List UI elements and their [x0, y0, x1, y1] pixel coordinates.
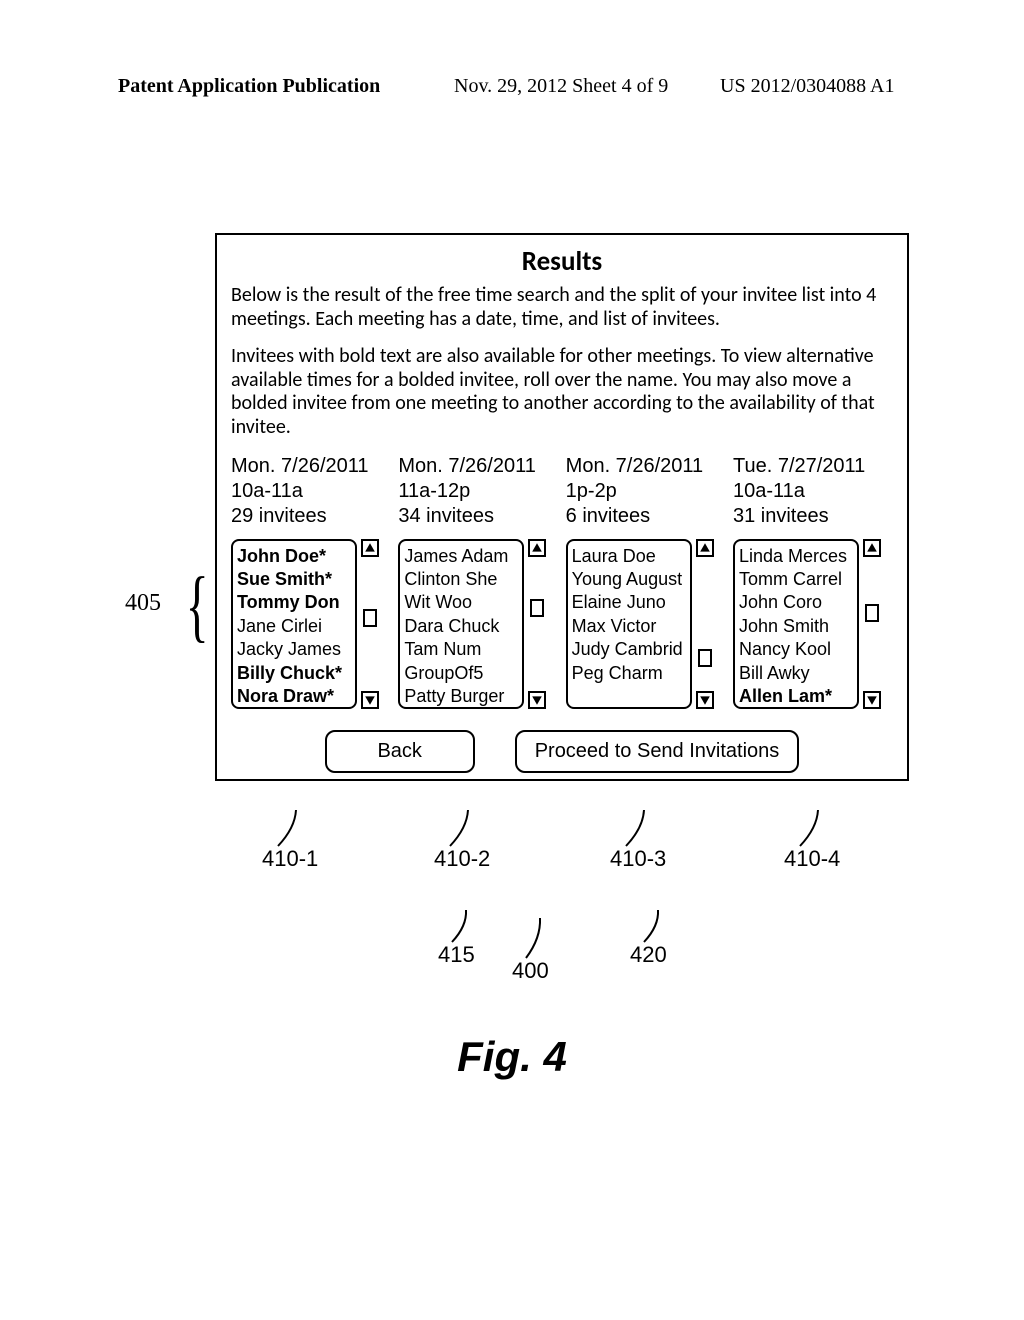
- meeting-column-3: Mon. 7/26/20111p-2p6 invitees Laura DoeYo…: [566, 454, 726, 709]
- invitee-listwrap: Linda MercesTomm CarrelJohn CoroJohn Smi…: [733, 539, 893, 709]
- header-mid: Nov. 29, 2012 Sheet 4 of 9: [454, 75, 668, 98]
- scroll-down-icon[interactable]: [696, 691, 714, 709]
- invitee-listwrap: James AdamClinton SheWit WooDara ChuckTa…: [398, 539, 558, 709]
- invitee-item[interactable]: Nora Draw*: [237, 685, 351, 708]
- scroll-thumb[interactable]: [363, 609, 377, 627]
- scroll-track[interactable]: [863, 559, 881, 689]
- meeting-header: Mon. 7/26/201110a-11a29 invitees: [231, 454, 391, 529]
- invitee-item[interactable]: Nancy Kool: [739, 638, 853, 661]
- meeting-column-2: Mon. 7/26/201111a-12p34 invitees James Ad…: [398, 454, 558, 709]
- invitee-item[interactable]: John Doe*: [237, 545, 351, 568]
- invitee-item[interactable]: Tommy Don: [237, 591, 351, 614]
- scroll-thumb[interactable]: [865, 604, 879, 622]
- header-left: Patent Application Publication: [118, 75, 380, 98]
- scroll-thumb[interactable]: [698, 649, 712, 667]
- invitee-listwrap: John Doe*Sue Smith*Tommy DonJane CirleiJ…: [231, 539, 391, 709]
- invitee-item[interactable]: Peg Charm: [572, 662, 686, 685]
- scroll-up-icon[interactable]: [528, 539, 546, 557]
- invitee-item[interactable]: Jane Cirlei: [237, 615, 351, 638]
- meeting-header: Mon. 7/26/20111p-2p6 invitees: [566, 454, 726, 529]
- invitee-item[interactable]: Clinton She: [404, 568, 518, 591]
- invitee-item[interactable]: Elaine Juno: [572, 591, 686, 614]
- scrollbar[interactable]: [528, 539, 546, 709]
- back-button[interactable]: Back: [325, 730, 475, 773]
- scrollbar[interactable]: [361, 539, 379, 709]
- annot-410-2: 410-2: [434, 846, 490, 872]
- meeting-header: Mon. 7/26/201111a-12p34 invitees: [398, 454, 558, 529]
- figure-caption: Fig. 4: [0, 1033, 1024, 1081]
- scroll-track[interactable]: [361, 559, 379, 689]
- action-row: Back Proceed to Send Invitations: [217, 730, 907, 773]
- invitee-item[interactable]: Max Victor: [572, 615, 686, 638]
- invitee-item[interactable]: Dara Chuck: [404, 615, 518, 638]
- columns: Mon. 7/26/201110a-11a29 invitees John Doe…: [231, 454, 893, 709]
- meeting-header: Tue. 7/27/201110a-11a31 invitees: [733, 454, 893, 529]
- scroll-thumb[interactable]: [530, 599, 544, 617]
- invitee-item[interactable]: Sue Smith*: [237, 568, 351, 591]
- invitee-listbox[interactable]: Linda MercesTomm CarrelJohn CoroJohn Smi…: [733, 539, 859, 709]
- invitee-item[interactable]: John Coro: [739, 591, 853, 614]
- invitee-item[interactable]: Laura Doe: [572, 545, 686, 568]
- invitee-item[interactable]: Bill Awky: [739, 662, 853, 685]
- invitee-item[interactable]: Wit Woo: [404, 591, 518, 614]
- invitee-item[interactable]: Tam Num: [404, 638, 518, 661]
- meeting-column-1: Mon. 7/26/201110a-11a29 invitees John Doe…: [231, 454, 391, 709]
- invitee-item[interactable]: Linda Merces: [739, 545, 853, 568]
- invitee-item[interactable]: Allen Lam*: [739, 685, 853, 708]
- invitee-item[interactable]: GroupOf5: [404, 662, 518, 685]
- annot-410-3: 410-3: [610, 846, 666, 872]
- scrollbar[interactable]: [863, 539, 881, 709]
- header-right: US 2012/0304088 A1: [720, 75, 894, 98]
- annot-410-1: 410-1: [262, 846, 318, 872]
- scroll-track[interactable]: [528, 559, 546, 689]
- invitee-item[interactable]: Jacky James: [237, 638, 351, 661]
- scroll-track[interactable]: [696, 559, 714, 689]
- results-title: Results: [231, 245, 893, 278]
- invitee-listwrap: Laura DoeYoung AugustElaine JunoMax Vict…: [566, 539, 726, 709]
- scroll-up-icon[interactable]: [696, 539, 714, 557]
- invitee-item[interactable]: Patty Burger: [404, 685, 518, 708]
- meeting-column-4: Tue. 7/27/201110a-11a31 invitees Linda Me…: [733, 454, 893, 709]
- brace-405: {: [186, 568, 209, 644]
- results-para2: Invitees with bold text are also availab…: [231, 345, 893, 439]
- annot-400: 400: [512, 958, 549, 984]
- invitee-listbox[interactable]: Laura DoeYoung AugustElaine JunoMax Vict…: [566, 539, 692, 709]
- scroll-down-icon[interactable]: [863, 691, 881, 709]
- annot-415: 415: [438, 942, 475, 968]
- results-box: Results Below is the result of the free …: [215, 233, 909, 781]
- annot-420: 420: [630, 942, 667, 968]
- scroll-down-icon[interactable]: [528, 691, 546, 709]
- invitee-item[interactable]: James Adam: [404, 545, 518, 568]
- invitee-listbox[interactable]: James AdamClinton SheWit WooDara ChuckTa…: [398, 539, 524, 709]
- invitee-item[interactable]: Tomm Carrel: [739, 568, 853, 591]
- ref-405: 405: [125, 590, 161, 617]
- annot-410-4: 410-4: [784, 846, 840, 872]
- proceed-button[interactable]: Proceed to Send Invitations: [515, 730, 800, 773]
- invitee-listbox[interactable]: John Doe*Sue Smith*Tommy DonJane CirleiJ…: [231, 539, 357, 709]
- invitee-item[interactable]: Judy Cambrid: [572, 638, 686, 661]
- invitee-item[interactable]: Young August: [572, 568, 686, 591]
- results-para1: Below is the result of the free time sea…: [231, 284, 893, 331]
- invitee-item[interactable]: Billy Chuck*: [237, 662, 351, 685]
- scrollbar[interactable]: [696, 539, 714, 709]
- scroll-up-icon[interactable]: [361, 539, 379, 557]
- scroll-down-icon[interactable]: [361, 691, 379, 709]
- scroll-up-icon[interactable]: [863, 539, 881, 557]
- invitee-item[interactable]: John Smith: [739, 615, 853, 638]
